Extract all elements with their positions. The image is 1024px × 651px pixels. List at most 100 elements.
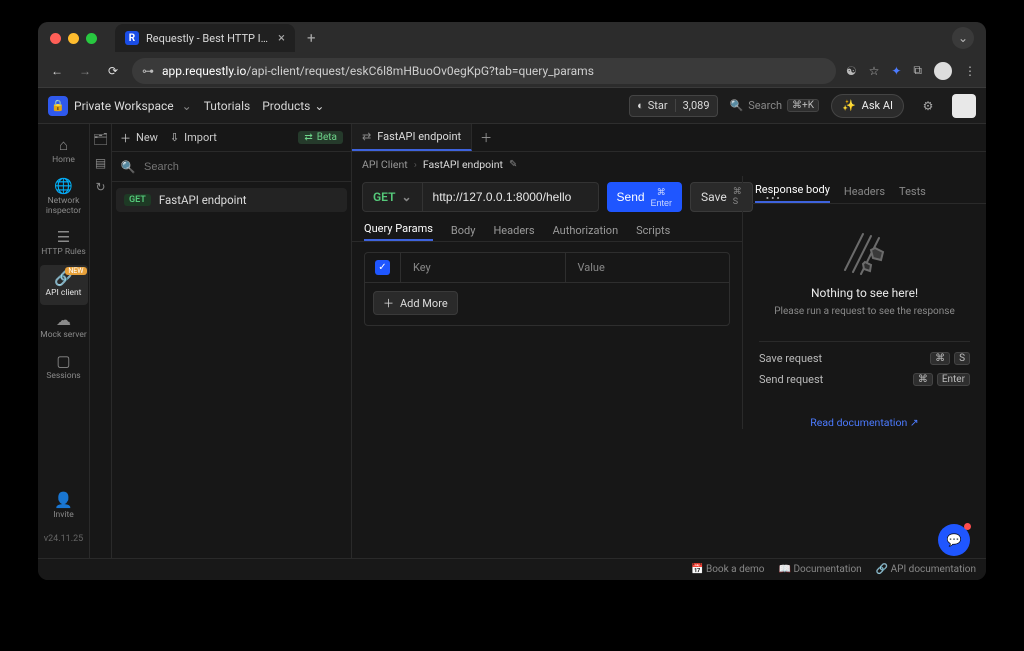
request-tab[interactable]: ⇄ FastAPI endpoint xyxy=(352,124,472,151)
rail-home[interactable]: ⌂ Home xyxy=(40,132,88,171)
table-header: ✓ Key Value xyxy=(365,253,729,283)
tutorials-link[interactable]: Tutorials xyxy=(204,99,251,113)
profile-button[interactable] xyxy=(952,94,976,118)
subtab-body[interactable]: Body xyxy=(451,224,476,241)
close-window-icon[interactable] xyxy=(50,33,61,44)
send-button[interactable]: Send ⌘ Enter xyxy=(607,182,683,212)
import-button[interactable]: ⇩Import xyxy=(170,131,217,144)
send-hint: ⌘ Enter xyxy=(651,187,673,208)
address-bar[interactable]: ⊶ app.requestly.io/api-client/request/es… xyxy=(132,58,836,84)
import-label: Import xyxy=(184,131,217,144)
sidebar-rail: 🗂 ▤ ↻ xyxy=(90,124,112,558)
window-controls[interactable] xyxy=(50,33,97,44)
translate-icon[interactable]: ☯ xyxy=(846,64,857,78)
workspace-name: Private Workspace xyxy=(74,99,174,113)
rail-api-client-label: API client xyxy=(46,289,82,298)
rail-rules-label: HTTP Rules xyxy=(41,248,86,257)
save-hint: ⌘ S xyxy=(733,187,742,207)
rail-mock-server[interactable]: ☁ Mock server xyxy=(40,307,88,346)
global-search[interactable]: 🔍 Search ⌘+K xyxy=(730,99,819,112)
history-icon[interactable]: ↻ xyxy=(95,180,105,194)
site-info-icon[interactable]: ⊶ xyxy=(142,64,154,78)
extension-icon[interactable]: ✦ xyxy=(891,64,901,78)
maximize-window-icon[interactable] xyxy=(86,33,97,44)
settings-button[interactable]: ⚙ xyxy=(916,94,940,118)
github-star-button[interactable]: ◐Star 3,089 xyxy=(629,95,717,117)
tab-title: Requestly - Best HTTP Interc xyxy=(146,32,271,45)
rail-http-rules[interactable]: ☰ HTTP Rules xyxy=(40,224,88,263)
forward-button[interactable]: → xyxy=(76,64,94,78)
tab-response-headers[interactable]: Headers xyxy=(844,185,885,203)
rail-home-label: Home xyxy=(52,156,75,165)
back-button[interactable]: ← xyxy=(48,64,66,78)
response-panel: Response body Headers Tests Nothing xyxy=(742,176,986,429)
bookmark-icon[interactable]: ☆ xyxy=(869,64,880,78)
chat-icon: 💬 xyxy=(947,533,962,547)
close-tab-icon[interactable]: × xyxy=(278,31,285,46)
method-select[interactable]: GET ⌄ xyxy=(362,182,423,212)
ai-icon: ✨ xyxy=(842,99,856,112)
method-label: GET xyxy=(373,190,395,204)
arrows-icon: ⇄ xyxy=(304,132,312,143)
ask-ai-label: Ask AI xyxy=(862,99,893,112)
collection-icon[interactable]: 🗂 xyxy=(93,132,108,146)
beta-badge: ⇄Beta xyxy=(298,131,343,144)
subtab-authorization[interactable]: Authorization xyxy=(553,224,619,241)
browser-tab[interactable]: R Requestly - Best HTTP Interc × xyxy=(115,24,295,52)
reload-button[interactable]: ⟳ xyxy=(104,64,122,78)
query-params-table: ✓ Key Value ＋ Add More xyxy=(364,252,730,326)
request-item[interactable]: GET FastAPI endpoint xyxy=(116,188,347,212)
new-tab-button[interactable]: + xyxy=(307,29,316,47)
chevron-down-icon: ⌄ xyxy=(182,99,192,113)
workspace-selector[interactable]: 🔒 Private Workspace ⌄ xyxy=(48,96,192,116)
hint-save-label: Save request xyxy=(759,352,822,365)
select-all-checkbox[interactable]: ✓ xyxy=(365,253,401,282)
products-label: Products xyxy=(262,99,310,113)
chat-button[interactable]: 💬 xyxy=(938,524,970,556)
new-badge: NEW xyxy=(65,267,86,275)
key-column-header: Key xyxy=(401,253,565,282)
products-menu[interactable]: Products ⌄ xyxy=(262,99,324,113)
add-param-button[interactable]: ＋ Add More xyxy=(373,291,458,315)
add-tab-button[interactable]: ＋ xyxy=(472,124,500,151)
rail-invite[interactable]: 👤 Invite xyxy=(40,487,88,526)
book-demo-link[interactable]: 📅 Book a demo xyxy=(691,564,764,575)
value-column-header: Value xyxy=(565,253,730,282)
rail-sessions[interactable]: ▢ Sessions xyxy=(40,348,88,387)
subtab-headers[interactable]: Headers xyxy=(493,224,534,241)
extensions-menu-icon[interactable]: ⧉ xyxy=(913,63,922,78)
environments-icon[interactable]: ▤ xyxy=(95,156,106,170)
read-documentation-link[interactable]: Read documentation ↗ xyxy=(759,416,970,429)
rail-network-inspector[interactable]: 🌐 Network inspector xyxy=(40,173,88,222)
url: app.requestly.io/api-client/request/eskC… xyxy=(162,64,594,78)
request-name: FastAPI endpoint xyxy=(159,193,247,207)
ask-ai-button[interactable]: ✨ Ask AI xyxy=(831,94,904,118)
video-icon: ▢ xyxy=(56,354,70,369)
crumb-root[interactable]: API Client xyxy=(362,158,408,171)
api-documentation-link[interactable]: 🔗 API documentation xyxy=(876,564,976,575)
request-list: GET FastAPI endpoint xyxy=(112,182,351,218)
tab-tests[interactable]: Tests xyxy=(899,185,926,203)
gear-icon: ⚙ xyxy=(923,99,934,113)
home-icon: ⌂ xyxy=(59,138,68,153)
edit-icon[interactable]: ✎ xyxy=(509,159,517,170)
url-input[interactable] xyxy=(423,182,599,212)
chevron-down-icon[interactable]: ⌄ xyxy=(952,27,974,49)
profile-avatar[interactable] xyxy=(934,62,952,80)
subtab-scripts[interactable]: Scripts xyxy=(636,224,670,241)
documentation-link[interactable]: 📖 Documentation xyxy=(779,564,862,575)
tab-response-body[interactable]: Response body xyxy=(755,183,830,203)
subtab-query-params[interactable]: Query Params xyxy=(364,222,433,241)
sidebar-search-input[interactable] xyxy=(144,161,345,173)
version-label: v24.11.25 xyxy=(38,528,89,550)
request-subtabs: Query Params Body Headers Authorization … xyxy=(352,218,742,242)
rail-api-client[interactable]: NEW 🔗 API client xyxy=(40,265,88,304)
new-button[interactable]: ＋New xyxy=(120,130,158,146)
search-kbd: ⌘+K xyxy=(787,99,819,112)
add-more-label: Add More xyxy=(400,297,448,310)
empty-illustration-icon xyxy=(835,228,895,280)
rail-mock-label: Mock server xyxy=(40,331,86,340)
kebab-menu-icon[interactable]: ⋮ xyxy=(964,64,976,78)
minimize-window-icon[interactable] xyxy=(68,33,79,44)
rail-sessions-label: Sessions xyxy=(46,372,80,381)
